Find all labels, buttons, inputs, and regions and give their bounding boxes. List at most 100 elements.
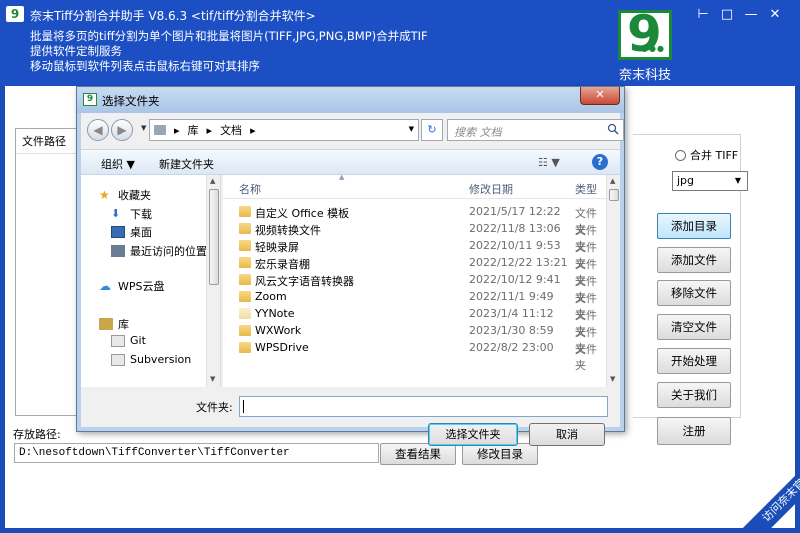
nav-recent-label: 最近访问的位置 [130, 245, 207, 258]
modify-directory-button[interactable]: 修改目录 [462, 443, 538, 465]
file-name: WPSDrive [255, 341, 309, 354]
merge-tiff-radio[interactable]: 合并 TIFF [675, 147, 738, 163]
view-result-button[interactable]: 查看结果 [380, 443, 456, 465]
visit-site-link[interactable]: 访问奈末官网 [731, 443, 800, 533]
nav-desktop[interactable]: 桌面 [111, 224, 152, 240]
library-icon [154, 125, 166, 135]
nav-subversion-label: Subversion [130, 353, 192, 366]
register-button[interactable]: 注册 [657, 417, 731, 445]
save-path-field[interactable]: D:\nesoftdown\TiffConverter\TiffConverte… [14, 443, 379, 463]
file-list-scrollbar[interactable]: ▲ ▼ [606, 175, 620, 387]
breadcrumb-separator: ▸ [206, 123, 213, 137]
clear-files-button[interactable]: 清空文件 [657, 314, 731, 340]
forward-arrow-icon[interactable]: ▶ [111, 119, 133, 141]
organize-menu[interactable]: 组织 ▼ [101, 156, 135, 172]
nav-libraries[interactable]: 库 [99, 316, 129, 332]
navigation-bar: ◀ ▶ ▼ ▸ 库 ▸ 文档 ▸ ▼ ↻ 搜索 文档 [85, 117, 624, 143]
pin-icon[interactable]: ⊢ [696, 8, 710, 22]
visit-site-ribbon[interactable]: 访问奈末官网 [710, 443, 800, 533]
folder-icon [239, 223, 251, 234]
folder-icon [239, 291, 251, 302]
nav-wps-cloud[interactable]: ☁ WPS云盘 [99, 278, 165, 294]
file-list[interactable]: 文件路径 [15, 128, 85, 416]
about-us-button[interactable]: 关于我们 [657, 382, 731, 408]
nav-scroll-thumb[interactable] [209, 189, 219, 285]
refresh-icon[interactable]: ↻ [421, 119, 443, 141]
nav-scrollbar[interactable]: ▲ ▼ [206, 175, 220, 387]
file-row[interactable]: 视频转换文件 2022/11/8 13:06 文件夹 [223, 220, 605, 253]
add-file-button[interactable]: 添加文件 [657, 247, 731, 273]
folder-name-input[interactable] [239, 396, 608, 417]
format-select-value: jpg [677, 174, 695, 187]
scroll-down-icon[interactable]: ▼ [610, 375, 615, 383]
file-row[interactable]: 风云文字语音转换器 2022/10/12 9:41 文件夹 [223, 271, 605, 304]
address-bar[interactable]: ▸ 库 ▸ 文档 ▸ ▼ [149, 119, 419, 141]
nav-wps-cloud-label: WPS云盘 [118, 280, 165, 293]
nav-recent[interactable]: 最近访问的位置 [111, 243, 207, 259]
history-dropdown-icon[interactable]: ▼ [141, 124, 146, 132]
chevron-down-icon[interactable]: ▼ [731, 174, 745, 188]
file-row[interactable]: 宏乐录音棚 2022/12/22 13:21 文件夹 [223, 254, 605, 287]
folder-icon [239, 206, 251, 217]
new-folder-button[interactable]: 新建文件夹 [159, 156, 214, 172]
file-row[interactable]: WXWork 2023/1/30 8:59 文件夹 [223, 322, 605, 355]
file-date: 2022/10/12 9:41 [469, 273, 561, 286]
folder-icon [239, 240, 251, 251]
file-name: 宏乐录音棚 [255, 258, 310, 271]
scroll-up-icon[interactable]: ▲ [210, 177, 215, 185]
remove-file-button[interactable]: 移除文件 [657, 280, 731, 306]
scroll-down-icon[interactable]: ▼ [210, 375, 215, 383]
document-library-icon [111, 353, 125, 366]
search-icon[interactable] [607, 123, 619, 135]
file-row[interactable]: WPSDrive 2022/8/2 23:00 文件夹 [223, 339, 605, 372]
document-library-icon [111, 334, 125, 347]
restore-icon[interactable]: □ [720, 8, 734, 22]
column-date[interactable]: 修改日期 [469, 181, 513, 197]
company-logo[interactable]: 9 ●●● [618, 5, 672, 63]
file-row[interactable]: YYNote 2023/1/4 11:12 文件夹 [223, 305, 605, 338]
nav-git[interactable]: Git [111, 334, 146, 347]
column-name[interactable]: 名称 [239, 181, 261, 197]
dialog-titlebar[interactable]: 9 选择文件夹 ✕ [77, 87, 624, 113]
close-icon[interactable]: ✕ [768, 8, 782, 22]
start-process-button[interactable]: 开始处理 [657, 348, 731, 374]
file-date: 2022/11/1 9:49 [469, 290, 554, 303]
add-directory-button[interactable]: 添加目录 [657, 213, 731, 239]
address-dropdown-icon[interactable]: ▼ [409, 125, 414, 133]
radio-icon[interactable] [675, 149, 686, 161]
folder-icon [239, 342, 251, 353]
minimize-icon[interactable]: — [744, 8, 758, 22]
dialog-close-button[interactable]: ✕ [580, 87, 620, 105]
file-list-header[interactable]: 文件路径 [16, 129, 84, 154]
desc-line: 移动鼠标到软件列表点击鼠标右键可对其排序 [30, 59, 260, 73]
column-type[interactable]: 类型 [575, 181, 597, 197]
breadcrumb-library[interactable]: 库 [188, 122, 199, 138]
folder-icon [239, 325, 251, 336]
logo-nine-icon: 9 [627, 5, 662, 63]
cancel-button[interactable]: 取消 [529, 423, 605, 446]
nav-libraries-label: 库 [118, 318, 129, 331]
file-row[interactable]: 自定义 Office 模板 2021/5/17 12:22 文件夹 [223, 203, 605, 236]
nav-subversion[interactable]: Subversion [111, 353, 191, 366]
breadcrumb-documents[interactable]: 文档 [220, 122, 242, 138]
dialog-content: ◀ ▶ ▼ ▸ 库 ▸ 文档 ▸ ▼ ↻ 搜索 文档 组织 ▼ 新建文件夹 ☷ … [81, 113, 624, 446]
help-icon[interactable]: ? [592, 154, 608, 170]
folder-icon [239, 274, 251, 285]
format-select[interactable]: jpg ▼ [672, 171, 748, 191]
file-name: 自定义 Office 模板 [255, 207, 350, 220]
select-folder-button[interactable]: 选择文件夹 [428, 423, 518, 446]
file-row[interactable]: Zoom 2022/11/1 9:49 文件夹 [223, 288, 605, 321]
file-scroll-thumb[interactable] [609, 189, 619, 201]
save-path-label: 存放路径: [13, 428, 61, 441]
file-date: 2022/8/2 23:00 [469, 341, 554, 354]
file-date: 2022/10/11 9:53 [469, 239, 561, 252]
file-date: 2022/11/8 13:06 [469, 222, 561, 235]
search-input[interactable]: 搜索 文档 [447, 119, 624, 141]
back-arrow-icon[interactable]: ◀ [87, 119, 109, 141]
scroll-up-icon[interactable]: ▲ [610, 177, 615, 185]
desc-line: 提供软件定制服务 [30, 44, 122, 58]
file-row[interactable]: 轻映录屏 2022/10/11 9:53 文件夹 [223, 237, 605, 270]
view-options-icon[interactable]: ☷ ▼ [538, 156, 560, 169]
nav-downloads[interactable]: ⬇ 下载 [111, 206, 152, 222]
nav-favorites[interactable]: ★ 收藏夹 [99, 187, 151, 203]
